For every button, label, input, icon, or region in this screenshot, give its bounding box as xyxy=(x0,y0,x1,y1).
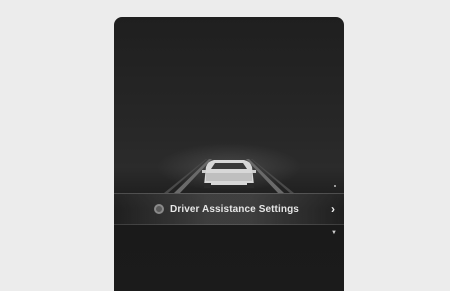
chevron-right-icon[interactable]: › xyxy=(331,202,335,216)
caret-down-icon[interactable]: ▼ xyxy=(331,230,337,236)
car-illustration xyxy=(164,159,294,193)
car-windshield xyxy=(211,163,247,169)
car-wheel-right xyxy=(247,183,254,188)
menu-item-label: Driver Assistance Settings xyxy=(170,203,299,215)
car-wheel-left xyxy=(204,183,211,188)
car-hood xyxy=(206,173,252,181)
car-mirror-left xyxy=(202,170,206,173)
scroll-indicator-top xyxy=(334,185,336,187)
right-lane-shadow xyxy=(251,159,294,193)
menu-item-content: Driver Assistance Settings xyxy=(154,200,299,218)
menu-item-driver-assistance[interactable]: Driver Assistance Settings › xyxy=(114,193,344,225)
gear-icon xyxy=(154,204,164,214)
car-mirror-right xyxy=(252,170,256,173)
left-lane-shadow xyxy=(164,159,207,193)
infotainment-screen: Driver Assistance Settings › ▼ xyxy=(114,17,344,291)
